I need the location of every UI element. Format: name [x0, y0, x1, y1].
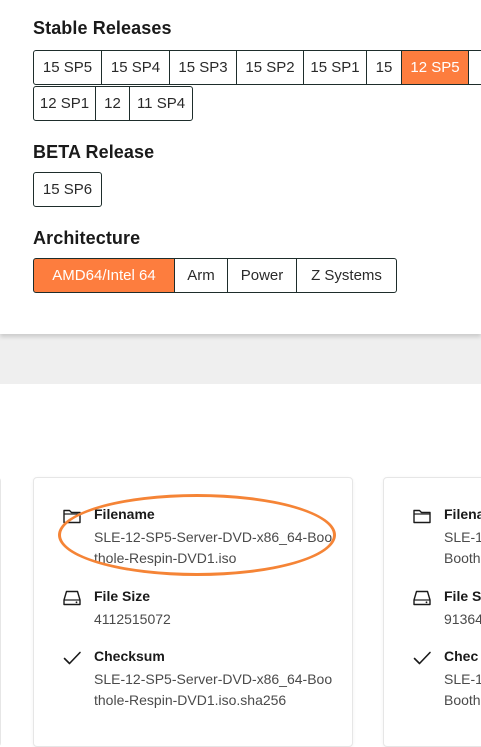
- section-divider-band: [0, 334, 481, 384]
- release-12-button[interactable]: 12: [95, 86, 130, 121]
- download-card-previous: [0, 477, 1, 747]
- filesize-label-2: File Si: [444, 588, 481, 604]
- hard-drive-icon: [413, 590, 431, 606]
- filename-value-2[interactable]: SLE-12 Booth: [444, 527, 481, 569]
- checkmark-icon: [413, 651, 431, 665]
- download-card: Filename SLE-12-SP5-Server-DVD-x86_64-Bo…: [33, 477, 353, 747]
- checksum-label-2: Chec: [444, 648, 479, 664]
- checksum-value-2[interactable]: SLE-12 Booth 6: [444, 669, 481, 711]
- architecture-row: AMD64/Intel 64 Arm Power Z Systems: [33, 258, 397, 293]
- release-15-sp3-button[interactable]: 15 SP3: [169, 50, 237, 85]
- checksum-label: Checksum: [94, 648, 165, 664]
- checksum-value[interactable]: SLE-12-SP5-Server-DVD-x86_64-Boothole-Re…: [94, 669, 334, 711]
- arch-arm-button[interactable]: Arm: [174, 258, 228, 293]
- filesize-label: File Size: [94, 588, 151, 604]
- filename-label: Filename: [94, 506, 155, 522]
- arch-amd64-intel64-button[interactable]: AMD64/Intel 64: [33, 258, 175, 293]
- release-12-sp5-button[interactable]: 12 SP5: [401, 50, 469, 85]
- stable-releases-title: Stable Releases: [33, 18, 172, 38]
- release-15-button[interactable]: 15: [366, 50, 402, 85]
- beta-release-row: 15 SP6: [33, 172, 102, 207]
- stable-releases-row-2: 12 SP1 12 11 SP4: [33, 86, 193, 121]
- folder-icon: [413, 509, 431, 524]
- filesize-value-2: 91364: [444, 611, 481, 627]
- download-card-next: Filena SLE-12 Booth File Si 91364 Chec S…: [383, 477, 481, 747]
- filesize-value: 4112515072: [94, 611, 171, 627]
- release-12-sp1-button[interactable]: 12 SP1: [33, 86, 96, 121]
- arch-z-systems-button[interactable]: Z Systems: [296, 258, 397, 293]
- stable-releases-row-1: 15 SP5 15 SP4 15 SP3 15 SP2 15 SP1 15 12…: [33, 50, 481, 85]
- architecture-title: Architecture: [33, 228, 141, 248]
- filename-label-2: Filena: [444, 506, 481, 522]
- filename-value[interactable]: SLE-12-SP5-Server-DVD-x86_64-Boothole-Re…: [94, 527, 334, 569]
- release-15-sp5-button[interactable]: 15 SP5: [33, 50, 102, 85]
- arch-power-button[interactable]: Power: [227, 258, 297, 293]
- release-next-button[interactable]: [468, 50, 481, 85]
- release-15-sp2-button[interactable]: 15 SP2: [236, 50, 304, 85]
- checkmark-icon: [63, 651, 81, 665]
- release-11-sp4-button[interactable]: 11 SP4: [129, 86, 193, 121]
- beta-release-title: BETA Release: [33, 142, 155, 162]
- release-15-sp4-button[interactable]: 15 SP4: [101, 50, 170, 85]
- folder-icon: [63, 509, 81, 524]
- release-15-sp6-button[interactable]: 15 SP6: [33, 172, 102, 207]
- release-filter-panel: Stable Releases 15 SP5 15 SP4 15 SP3 15 …: [0, 0, 481, 334]
- release-15-sp1-button[interactable]: 15 SP1: [303, 50, 367, 85]
- hard-drive-icon: [63, 590, 81, 606]
